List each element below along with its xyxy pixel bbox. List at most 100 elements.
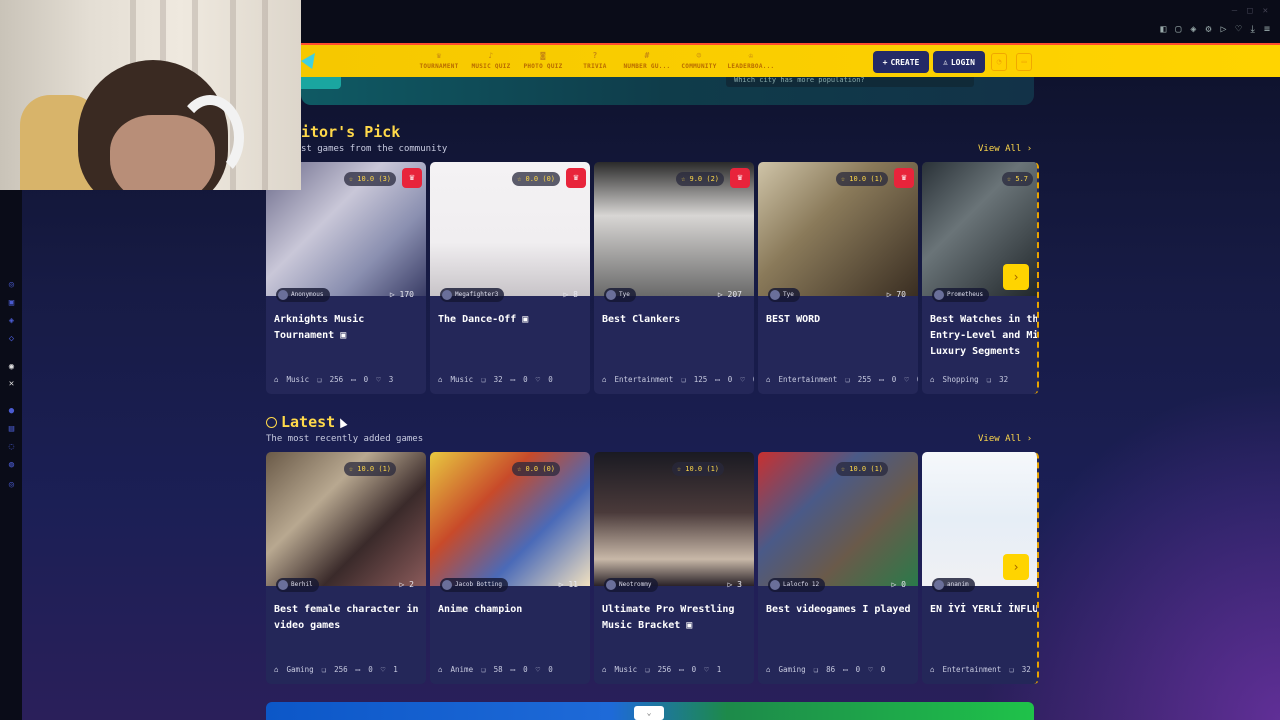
card-title[interactable]: The Dance-Off ▣ bbox=[438, 312, 586, 328]
menu-icon[interactable]: ≡ bbox=[1264, 24, 1270, 35]
sidebar-app-icon[interactable]: ▣ bbox=[6, 298, 17, 309]
card-item-count: 256 bbox=[657, 665, 672, 674]
hero-button[interactable] bbox=[301, 77, 341, 89]
sidebar-app-icon[interactable]: ◉ bbox=[6, 362, 17, 373]
bookmark-icon[interactable]: ◧ bbox=[1160, 24, 1166, 35]
sidebar-app-icon[interactable]: ◇ bbox=[6, 334, 17, 345]
video-icon: ▣ bbox=[686, 620, 693, 631]
editors-pick-view-all[interactable]: View All › bbox=[978, 144, 1032, 154]
latest-view-all[interactable]: View All › bbox=[978, 434, 1032, 444]
author-chip[interactable]: Jacob Botting bbox=[440, 578, 508, 592]
tag-icon: ⌂ bbox=[602, 665, 607, 674]
sidebar-app-icon[interactable]: ◌ bbox=[6, 442, 17, 453]
card-title[interactable]: Best Watches in th Entry-Level and Mi Lu… bbox=[930, 312, 1037, 360]
heart-icon: ♡ bbox=[535, 375, 541, 384]
card-title[interactable]: Best female character in video games bbox=[274, 602, 422, 634]
rating-badge: ☆ 10.0 (1) bbox=[671, 462, 724, 476]
card-likes: 0 bbox=[548, 375, 553, 384]
nav-number-guess[interactable]: # NUMBER GU... bbox=[621, 51, 673, 70]
author-chip[interactable]: ananim bbox=[932, 578, 975, 592]
close-icon[interactable]: ✕ bbox=[1263, 6, 1268, 16]
scroll-right-icon[interactable]: › bbox=[1003, 554, 1029, 580]
author-name: Lalocfo 12 bbox=[783, 581, 820, 588]
author-name: Prometheus bbox=[947, 291, 984, 298]
comment-icon: ▭ bbox=[679, 665, 684, 674]
create-button[interactable]: + CREATE bbox=[873, 51, 929, 73]
game-card[interactable]: ☆ 10.0 (1) Neotrommy ▷ 3 Ultimate Pro Wrest… bbox=[594, 452, 754, 684]
card-comments: 0 bbox=[523, 375, 528, 384]
star-icon: ☆ bbox=[681, 175, 686, 183]
heart-icon: ♡ bbox=[376, 375, 381, 384]
card-comments: 0 bbox=[523, 665, 528, 674]
star-icon: ☆ bbox=[517, 465, 522, 473]
card-title[interactable]: Arknights Music Tournament ▣ bbox=[274, 312, 422, 344]
card-item-count: 58 bbox=[493, 665, 503, 674]
game-card[interactable]: ☆ 10.0 (1) Berhil ▷ 2 Best female character… bbox=[266, 452, 426, 684]
avatar bbox=[934, 290, 944, 300]
author-chip[interactable]: Megafighter3 bbox=[440, 288, 505, 302]
site-logo-icon[interactable] bbox=[301, 53, 315, 69]
card-title[interactable]: Best Clankers bbox=[602, 312, 750, 328]
author-chip[interactable]: Neotrommy bbox=[604, 578, 658, 592]
sidebar-app-icon[interactable]: ▤ bbox=[6, 424, 17, 435]
tab-icon[interactable]: ▢ bbox=[1175, 24, 1181, 35]
game-card[interactable]: ☆ 10.0 (1) Lalocfo 12 ▷ 0 Best videogames I… bbox=[758, 452, 918, 684]
hash-icon: # bbox=[644, 51, 650, 60]
play-icon: ▷ bbox=[563, 290, 569, 299]
x-icon[interactable]: ✕ bbox=[6, 379, 17, 390]
author-chip[interactable]: Anonymous bbox=[276, 288, 330, 302]
card-title[interactable]: Ultimate Pro Wrestling Music Bracket ▣ bbox=[602, 602, 750, 634]
gear-icon[interactable]: ⚙ bbox=[1205, 24, 1211, 35]
notification-icon[interactable]: ◔ bbox=[991, 53, 1007, 71]
nav-leaderboard[interactable]: ♔ LEADERBOA... bbox=[725, 51, 777, 70]
minimize-icon[interactable]: — bbox=[1232, 6, 1237, 16]
sidebar-app-icon[interactable]: ◍ bbox=[6, 460, 17, 471]
nav-tournament[interactable]: ♛ TOURNAMENT bbox=[413, 51, 465, 70]
game-thumbnail[interactable] bbox=[430, 452, 590, 586]
window-controls[interactable]: — □ ✕ bbox=[1232, 6, 1268, 16]
download-icon[interactable]: ⤓ bbox=[1251, 24, 1255, 35]
card-title[interactable]: Anime champion bbox=[438, 602, 586, 618]
nav-photo-quiz[interactable]: ◙ PHOTO QUIZ bbox=[517, 51, 569, 70]
sidebar-app-icon[interactable]: ◎ bbox=[6, 480, 17, 491]
nav-music-quiz[interactable]: ♪ MUSIC QUIZ bbox=[465, 51, 517, 70]
game-card[interactable]: ☆ 10.0 (1) ♛ Tye ▷ 70 BEST WORD ⌂ Entertainmen… bbox=[758, 162, 918, 394]
sidebar-app-icon[interactable]: ● bbox=[6, 406, 17, 417]
avatar bbox=[278, 290, 288, 300]
extension-icons[interactable]: ◧ ▢ ◈ ⚙ ▷ ♡ ⤓ ≡ bbox=[1160, 24, 1270, 35]
nav-trivia[interactable]: ? TRIVIA bbox=[569, 51, 621, 70]
tag-icon: ⌂ bbox=[766, 665, 771, 674]
author-chip[interactable]: Tye bbox=[604, 288, 636, 302]
author-chip[interactable]: Lalocfo 12 bbox=[768, 578, 826, 592]
author-chip[interactable]: Tye bbox=[768, 288, 800, 302]
card-comments: 0 bbox=[368, 665, 373, 674]
play-icon: ▷ bbox=[886, 290, 892, 299]
maximize-icon[interactable]: □ bbox=[1247, 6, 1252, 16]
card-title[interactable]: Best videogames I played bbox=[766, 602, 914, 618]
game-card[interactable]: ☆ 10.0 (3) ♛ Anonymous ▷ 170 Arknights Music… bbox=[266, 162, 426, 394]
heart-icon: ♡ bbox=[704, 665, 709, 674]
card-title[interactable]: BEST WORD bbox=[766, 312, 914, 328]
video-icon: ▣ bbox=[340, 330, 347, 341]
sidebar-app-icon[interactable]: ◎ bbox=[6, 280, 17, 291]
heart-icon[interactable]: ♡ bbox=[1236, 24, 1242, 35]
play-icon[interactable]: ▷ bbox=[1220, 24, 1226, 35]
shield-icon[interactable]: ◈ bbox=[1190, 24, 1196, 35]
nav-community[interactable]: ☺ COMMUNITY bbox=[673, 51, 725, 70]
webcam-overlay bbox=[0, 0, 301, 190]
card-title[interactable]: EN İYİ YERLİ İNFLU bbox=[930, 602, 1037, 618]
login-button[interactable]: ♙ LOGIN bbox=[933, 51, 985, 73]
sidebar-app-icon[interactable]: ◈ bbox=[6, 316, 17, 327]
game-card[interactable]: ☆ 9.0 (2) ♛ Tye ▷ 207 Best Clankers ⌂ Entertai… bbox=[594, 162, 754, 394]
scroll-right-icon[interactable]: › bbox=[1003, 264, 1029, 290]
author-chip[interactable]: Prometheus bbox=[932, 288, 990, 302]
author-chip[interactable]: Berhil bbox=[276, 578, 319, 592]
star-icon: ☆ bbox=[840, 175, 846, 183]
card-meta: ⌂ Music ❏ 32 ▭ 0 ♡ 0 bbox=[438, 375, 584, 384]
tag-icon: ⌂ bbox=[274, 665, 279, 674]
settings-icon[interactable]: ▭ bbox=[1016, 53, 1032, 71]
chevron-down-icon[interactable]: ⌄ bbox=[634, 706, 664, 720]
game-card[interactable]: ☆ 0.0 (0) ♛ Megafighter3 ▷ 8 The Dance-Off ▣… bbox=[430, 162, 590, 394]
game-card[interactable]: ☆ 0.0 (0) Jacob Botting ▷ 11 Anime champion… bbox=[430, 452, 590, 684]
card-meta: ⌂ Shopping ❏ 32 bbox=[930, 375, 1031, 384]
